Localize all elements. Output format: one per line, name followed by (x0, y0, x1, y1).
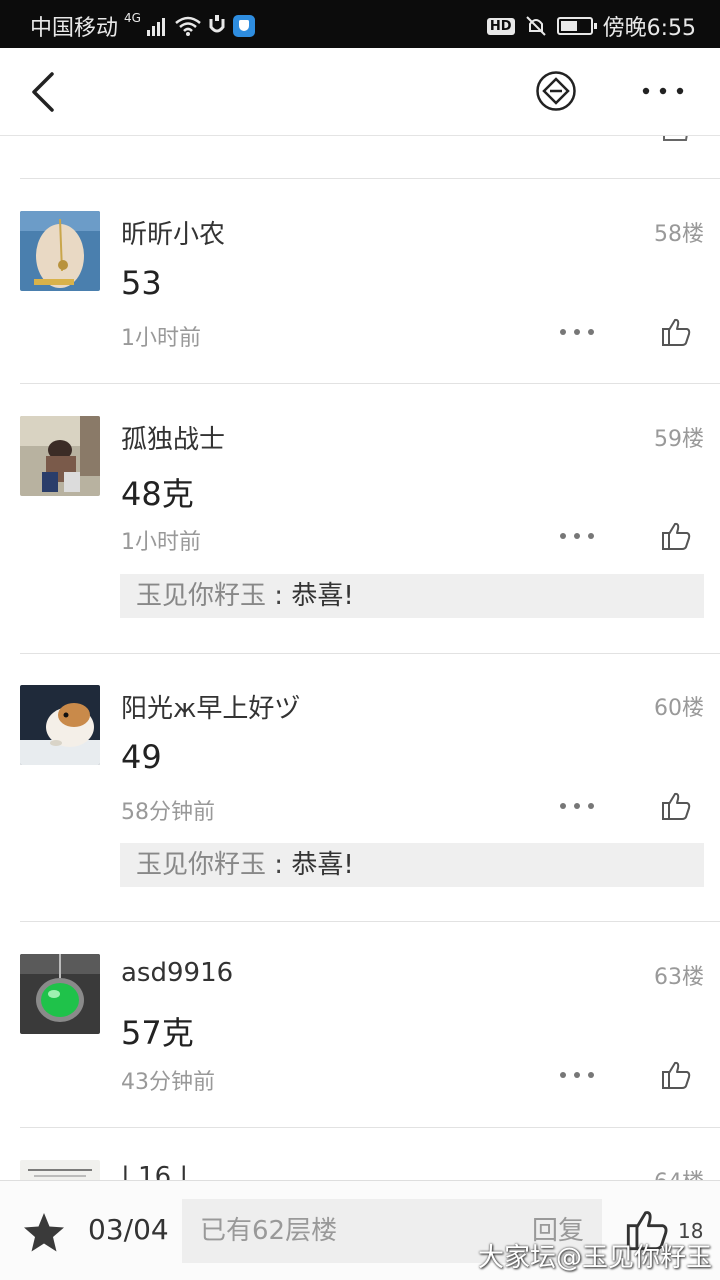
alarm-icon (209, 15, 225, 33)
avatar-handwriting-image (20, 1160, 100, 1180)
avatar-guinea-pig-image (20, 685, 100, 765)
carrier-label: 中国移动 (30, 16, 119, 41)
clock: 傍晚6:55 (602, 16, 696, 41)
comment-text: 49 (121, 738, 162, 776)
floor-number: 64楼 (654, 1164, 704, 1180)
nav-bar (0, 48, 720, 136)
username[interactable]: 孤独战士 (121, 419, 225, 456)
security-shield-icon (232, 15, 255, 37)
star-icon[interactable] (22, 1211, 66, 1255)
thumbs-up-icon[interactable] (662, 136, 692, 144)
thumbs-up-icon[interactable] (660, 316, 692, 348)
signal-icon (146, 18, 165, 36)
watermark: 大家坛@玉见你籽玉 (478, 1243, 713, 1273)
reply-author[interactable]: 玉见你籽玉 (136, 850, 266, 880)
floor-number: 60楼 (654, 696, 704, 721)
comment-time: 58分钟前 (121, 800, 215, 825)
network-type: 4G (124, 11, 141, 25)
sub-reply[interactable]: 玉见你籽玉 : 恭喜! (120, 574, 704, 618)
reply-text: 恭喜! (291, 581, 354, 611)
more-dots-icon[interactable] (558, 327, 596, 337)
avatar[interactable] (20, 685, 100, 765)
comment-list: 昕昕小农 58楼 53 1小时前 孤独战士 59楼 48克 1小时前 玉见你籽玉… (0, 136, 720, 1180)
avatar[interactable] (20, 1160, 100, 1180)
hd-badge: HD (486, 17, 515, 35)
reward-diamond-icon[interactable] (535, 70, 577, 112)
comment-item: asd9916 63楼 57克 43分钟前 (0, 922, 720, 1128)
comment-text: 57克 (121, 1014, 194, 1052)
comment-item: | 16 | 64楼 (0, 1128, 720, 1180)
more-options-icon[interactable] (640, 78, 686, 104)
comment-text: 53 (121, 264, 162, 302)
sub-reply[interactable]: 玉见你籽玉 : 恭喜! (120, 843, 704, 887)
reply-placeholder: 已有62层楼 (200, 1216, 338, 1246)
comment-item: 阳光ж早上好ヅ 60楼 49 58分钟前 玉见你籽玉 : 恭喜! (0, 654, 720, 922)
more-dots-icon[interactable] (558, 531, 596, 541)
reply-author[interactable]: 玉见你籽玉 (136, 581, 266, 611)
more-dots-icon[interactable] (558, 1070, 596, 1080)
username[interactable]: asd9916 (121, 958, 233, 988)
reply-separator: : (274, 581, 284, 611)
username[interactable]: 昕昕小农 (121, 214, 225, 251)
battery-icon (556, 17, 597, 35)
partial-post-top (20, 136, 720, 179)
avatar-jade-pendant-image (20, 211, 100, 291)
username[interactable]: | 16 | (121, 1162, 188, 1180)
comment-time: 1小时前 (121, 530, 201, 555)
avatar[interactable] (20, 416, 100, 496)
status-bar: 中国移动 4G HD 傍晚6:55 (0, 0, 720, 48)
mute-bell-icon (525, 16, 546, 36)
avatar-couple-photo-image (20, 416, 100, 496)
page-indicator[interactable]: 03/04 (88, 1213, 169, 1246)
thumbs-up-icon[interactable] (660, 1059, 692, 1091)
comment-text: 48克 (121, 475, 194, 513)
floor-number: 58楼 (654, 222, 704, 247)
avatar[interactable] (20, 211, 100, 291)
floor-number: 59楼 (654, 427, 704, 452)
wifi-icon (175, 16, 201, 36)
thumbs-up-icon[interactable] (660, 790, 692, 822)
more-dots-icon[interactable] (558, 801, 596, 811)
comment-item: 昕昕小农 58楼 53 1小时前 (0, 180, 720, 384)
reply-separator: : (274, 850, 284, 880)
back-arrow-icon[interactable] (26, 70, 66, 114)
avatar-green-jade-image (20, 954, 100, 1034)
comment-time: 1小时前 (121, 326, 201, 351)
comment-time: 43分钟前 (121, 1070, 215, 1095)
username[interactable]: 阳光ж早上好ヅ (121, 688, 300, 725)
floor-number: 63楼 (654, 965, 704, 990)
comment-item: 孤独战士 59楼 48克 1小时前 玉见你籽玉 : 恭喜! (0, 384, 720, 654)
avatar[interactable] (20, 954, 100, 1034)
reply-text: 恭喜! (291, 850, 354, 880)
bottom-bar: 03/04 已有62层楼 回复 18 大家坛@玉见你籽玉 (0, 1180, 720, 1280)
thumbs-up-icon[interactable] (660, 520, 692, 552)
